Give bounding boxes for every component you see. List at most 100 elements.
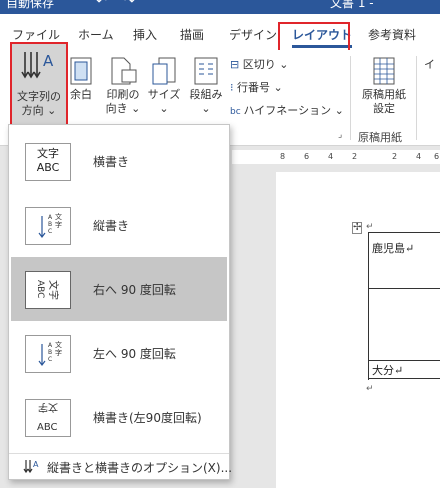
hyphenation-button[interactable]: bc ハイフネーション ⌄ <box>230 102 344 118</box>
svg-text:字: 字 <box>55 348 62 357</box>
tab-draw[interactable]: 描画 <box>180 26 204 43</box>
paragraph-mark: ↵ <box>366 222 374 232</box>
menu-item-label: 右へ 90 度回転 <box>93 283 176 297</box>
menu-item-label: 左へ 90 度回転 <box>93 347 176 361</box>
size-chevron: ⌄ <box>159 102 169 115</box>
breaks-label: 区切り ⌄ <box>242 58 289 71</box>
ruler-tick: 6 <box>434 152 440 161</box>
columns-button[interactable]: 段組み ⌄ <box>186 56 226 116</box>
text-direction-menu: 文字 ABC 横書き 文 字 A B C 縦書き 文字 ABC 右へ 90 度回… <box>8 124 233 480</box>
svg-text:A: A <box>33 460 39 469</box>
ribbon-separator <box>350 56 351 140</box>
margins-icon <box>70 57 92 85</box>
svg-text:C: C <box>48 228 52 235</box>
svg-text:ABC: ABC <box>35 280 45 298</box>
paragraph-mark: ↵ <box>366 384 374 394</box>
table-move-handle-icon[interactable]: ✢ <box>352 222 363 234</box>
ruler-tick: 2 <box>392 152 398 161</box>
document-title: 文書 1 - <box>330 0 374 10</box>
icon-sample-ja: 文字 <box>37 147 59 160</box>
title-bar: 自動保存 ↶ ↷ 文書 1 - <box>0 0 440 14</box>
menu-item-label: 横書き <box>93 155 130 169</box>
hyphenation-label: ハイフネーション ⌄ <box>243 104 344 117</box>
manuscript-group-label: 原稿用紙 <box>358 131 402 144</box>
manuscript-icon <box>373 57 395 85</box>
line-numbers-label: 行番号 ⌄ <box>237 81 283 94</box>
ruler-tick: 4 <box>328 152 334 161</box>
svg-text:A: A <box>48 214 53 221</box>
table-cell-kagoshima[interactable]: 鹿児島↵ <box>372 240 414 256</box>
text-direction-options-button[interactable]: A 縦書きと横書きのオプション(X)... <box>9 453 233 479</box>
orientation-label-2: 向き ⌄ <box>105 102 141 115</box>
menu-item-rotate-left-90[interactable]: 文 字 A B C 左へ 90 度回転 <box>11 321 227 385</box>
svg-text:A: A <box>48 342 53 349</box>
margins-button[interactable]: 余白 <box>66 56 96 102</box>
svg-text:B: B <box>48 349 52 356</box>
menu-item-rotate-right-90[interactable]: 文字 ABC 右へ 90 度回転 <box>11 257 227 321</box>
svg-text:B: B <box>48 221 52 228</box>
tab-home[interactable]: ホーム <box>78 26 114 43</box>
ribbon-separator-2 <box>416 56 417 140</box>
vertical-text-icon: 文 字 A B C <box>25 207 71 245</box>
layout-tab-highlight <box>278 22 350 52</box>
line-numbers-icon: ⁝ <box>230 81 237 94</box>
horizontal-ruler: 8 6 4 2 2 4 6 <box>232 150 440 164</box>
columns-label: 段組み <box>189 88 223 101</box>
tab-references[interactable]: 参考資料 <box>368 26 416 43</box>
text-direction-button[interactable]: A 文字列の 方向 ⌄ <box>10 42 68 128</box>
columns-icon <box>194 57 218 85</box>
rotate-right-90-icon: 文字 ABC <box>25 271 71 309</box>
svg-text:文: 文 <box>55 212 62 221</box>
menu-item-horizontal[interactable]: 文字 ABC 横書き <box>11 129 227 193</box>
svg-text:A: A <box>43 52 54 70</box>
line-numbers-button[interactable]: ⁝ 行番号 ⌄ <box>230 79 283 95</box>
size-label: サイズ <box>147 88 181 101</box>
svg-text:字: 字 <box>55 220 62 229</box>
ruler-tick: 2 <box>352 152 358 161</box>
svg-text:ABC: ABC <box>37 422 58 433</box>
indent-label: イ <box>424 58 435 71</box>
text-direction-label-1: 文字列の <box>17 90 61 103</box>
dialog-launcher-icon[interactable]: ⌟ <box>338 130 342 140</box>
menu-item-vertical[interactable]: 文 字 A B C 縦書き <box>11 193 227 257</box>
svg-text:C: C <box>48 356 52 363</box>
menu-item-label: 縦書き <box>93 219 130 233</box>
autosave-label: 自動保存 <box>6 0 55 10</box>
tab-file[interactable]: ファイル <box>12 26 60 43</box>
breaks-button[interactable]: ⊟ 区切り ⌄ <box>230 56 288 72</box>
menu-item-label: 横書き(左90度回転) <box>93 411 202 425</box>
svg-text:文字: 文字 <box>38 401 58 414</box>
text-direction-options-icon: A <box>23 460 39 474</box>
manuscript-label-1: 原稿用紙 <box>362 88 406 101</box>
size-icon <box>152 57 176 85</box>
breaks-icon: ⊟ <box>230 58 243 71</box>
text-direction-icon: A <box>21 52 54 79</box>
redo-icon[interactable]: ↷ <box>124 0 135 9</box>
horizontal-text-icon: 文字 ABC <box>25 143 71 181</box>
svg-text:文: 文 <box>55 340 62 349</box>
text-direction-label-2: 方向 ⌄ <box>21 104 57 117</box>
orientation-button[interactable]: 印刷の 向き ⌄ <box>100 56 146 116</box>
menu-item-horizontal-rotate-left[interactable]: 文字 ABC 横書き(左90度回転) <box>11 385 227 449</box>
rotate-left-90-icon: 文 字 A B C <box>25 335 71 373</box>
horizontal-rotate-left-icon: 文字 ABC <box>25 399 71 437</box>
orientation-icon <box>111 57 137 85</box>
margins-label: 余白 <box>70 88 92 101</box>
manuscript-label-2: 設定 <box>373 102 395 115</box>
manuscript-settings-button[interactable]: 原稿用紙 設定 <box>356 56 412 116</box>
ruler-tick: 8 <box>280 152 286 161</box>
table-row <box>369 289 440 361</box>
size-button[interactable]: サイズ ⌄ <box>146 56 182 116</box>
svg-text:文字: 文字 <box>47 280 60 300</box>
ruler-tick: 6 <box>304 152 310 161</box>
table-cell-oita[interactable]: 大分↵ <box>372 362 403 378</box>
orientation-label-1: 印刷の <box>106 88 140 101</box>
undo-icon[interactable]: ↶ <box>96 0 107 9</box>
text-direction-options-label: 縦書きと横書きのオプション(X)... <box>47 461 233 475</box>
icon-sample-en: ABC <box>36 161 60 174</box>
hyphenation-icon: bc <box>230 107 244 117</box>
ruler-tick: 4 <box>416 152 422 161</box>
tab-insert[interactable]: 挿入 <box>133 26 157 43</box>
columns-chevron: ⌄ <box>201 102 211 115</box>
tab-design[interactable]: デザイン <box>229 26 277 43</box>
